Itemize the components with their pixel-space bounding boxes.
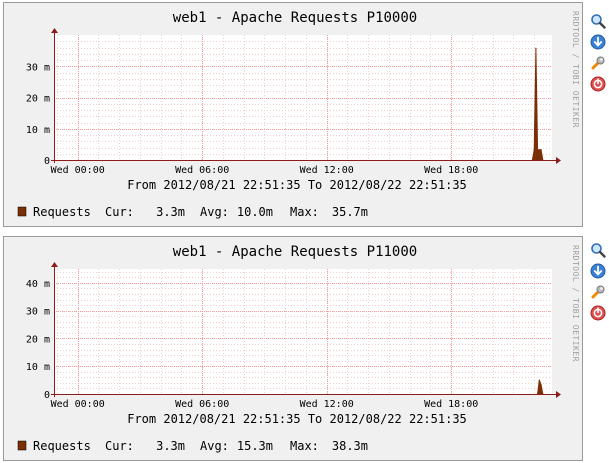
legend-series-name: Requests bbox=[33, 439, 91, 453]
legend-swatch bbox=[17, 440, 27, 451]
y-axis-arrow bbox=[51, 28, 58, 33]
x-axis-arrow bbox=[556, 157, 561, 164]
zoom-icon[interactable] bbox=[590, 242, 606, 258]
x-tick-label: Wed 12:00 bbox=[300, 165, 354, 176]
data-point bbox=[538, 379, 540, 381]
legend-series-name: Requests bbox=[33, 205, 91, 219]
y-tick-label: 0 bbox=[44, 390, 50, 401]
legend-cur-value: 3.3m bbox=[156, 205, 185, 219]
legend-cur-label: Cur: bbox=[105, 205, 134, 219]
data-point bbox=[537, 149, 539, 151]
y-axis-arrow bbox=[51, 262, 58, 267]
y-tick-label: 20 m bbox=[26, 334, 50, 345]
data-point bbox=[540, 384, 542, 386]
legend-swatch bbox=[17, 206, 27, 217]
x-tick-label: Wed 00:00 bbox=[51, 399, 105, 410]
legend-avg-label: Avg: bbox=[200, 439, 229, 453]
legend-cur-value: 3.3m bbox=[156, 439, 185, 453]
download-icon[interactable] bbox=[590, 263, 606, 279]
request-graph-p11000: 40 m 30 m 20 m 10 m 0Wed 00:00 Wed 06:00 Wed 1… bbox=[17, 244, 580, 453]
x-axis-arrow bbox=[556, 391, 561, 398]
data-point bbox=[535, 47, 537, 50]
graph-title: web1 - Apache Requests P11000 bbox=[173, 244, 417, 260]
y-tick-label: 10 m bbox=[26, 125, 50, 136]
data-point bbox=[533, 149, 535, 151]
plot-area bbox=[54, 269, 552, 394]
graph-actions-p11000 bbox=[590, 242, 606, 326]
y-tick-label: 10 m bbox=[26, 362, 50, 373]
graph-panel-p11000[interactable]: 40 m 30 m 20 m 10 m 0 Wed 00:00 Wed 06:00 Wed 1… bbox=[3, 236, 583, 461]
graph-actions-p10000 bbox=[590, 13, 606, 97]
zoom-icon[interactable] bbox=[590, 13, 606, 29]
y-tick-label: 0 bbox=[44, 156, 50, 167]
download-icon[interactable] bbox=[590, 34, 606, 50]
y-tick-label: 40 m bbox=[26, 279, 50, 290]
remove-icon[interactable] bbox=[590, 76, 606, 92]
y-tick-label: 30 m bbox=[26, 62, 50, 73]
x-tick-label: Wed 18:00 bbox=[424, 165, 478, 176]
x-tick-label: Wed 06:00 bbox=[175, 399, 229, 410]
request-graph-p10000: 30 m 20 m 10 m 0Wed 00:00 Wed 06:00 Wed 12:00… bbox=[17, 10, 580, 219]
legend-max-label: Max: bbox=[290, 205, 319, 219]
y-tick-label: 20 m bbox=[26, 94, 50, 105]
settings-wrench-icon[interactable] bbox=[590, 284, 606, 300]
data-point bbox=[540, 149, 542, 151]
settings-wrench-icon[interactable] bbox=[590, 55, 606, 71]
x-tick-label: Wed 12:00 bbox=[300, 399, 354, 410]
legend-max-label: Max: bbox=[290, 439, 319, 453]
rrdtool-credit: RRDTOOL / TOBI OETIKER bbox=[571, 11, 580, 128]
remove-icon[interactable] bbox=[590, 305, 606, 321]
legend-max-value: 38.3m bbox=[332, 439, 368, 453]
legend-avg-value: 15.3m bbox=[237, 439, 273, 453]
rrdtool-credit: RRDTOOL / TOBI OETIKER bbox=[571, 245, 580, 362]
legend-max-value: 35.7m bbox=[332, 205, 368, 219]
legend-cur-label: Cur: bbox=[105, 439, 134, 453]
time-range: From 2012/08/21 22:51:35 To 2012/08/22 2… bbox=[127, 178, 467, 192]
x-tick-label: Wed 06:00 bbox=[175, 165, 229, 176]
legend-avg-value: 10.0m bbox=[237, 205, 273, 219]
x-tick-label: Wed 18:00 bbox=[424, 399, 478, 410]
time-range: From 2012/08/21 22:51:35 To 2012/08/22 2… bbox=[127, 412, 467, 426]
graph-panel-p10000[interactable]: 30 m 20 m 10 m 0 Wed 00:00 Wed 06:00 Wed 12:00… bbox=[3, 2, 583, 227]
y-tick-label: 30 m bbox=[26, 307, 50, 318]
graph-title: web1 - Apache Requests P10000 bbox=[173, 10, 417, 26]
x-tick-label: Wed 00:00 bbox=[51, 165, 105, 176]
legend-avg-label: Avg: bbox=[200, 205, 229, 219]
